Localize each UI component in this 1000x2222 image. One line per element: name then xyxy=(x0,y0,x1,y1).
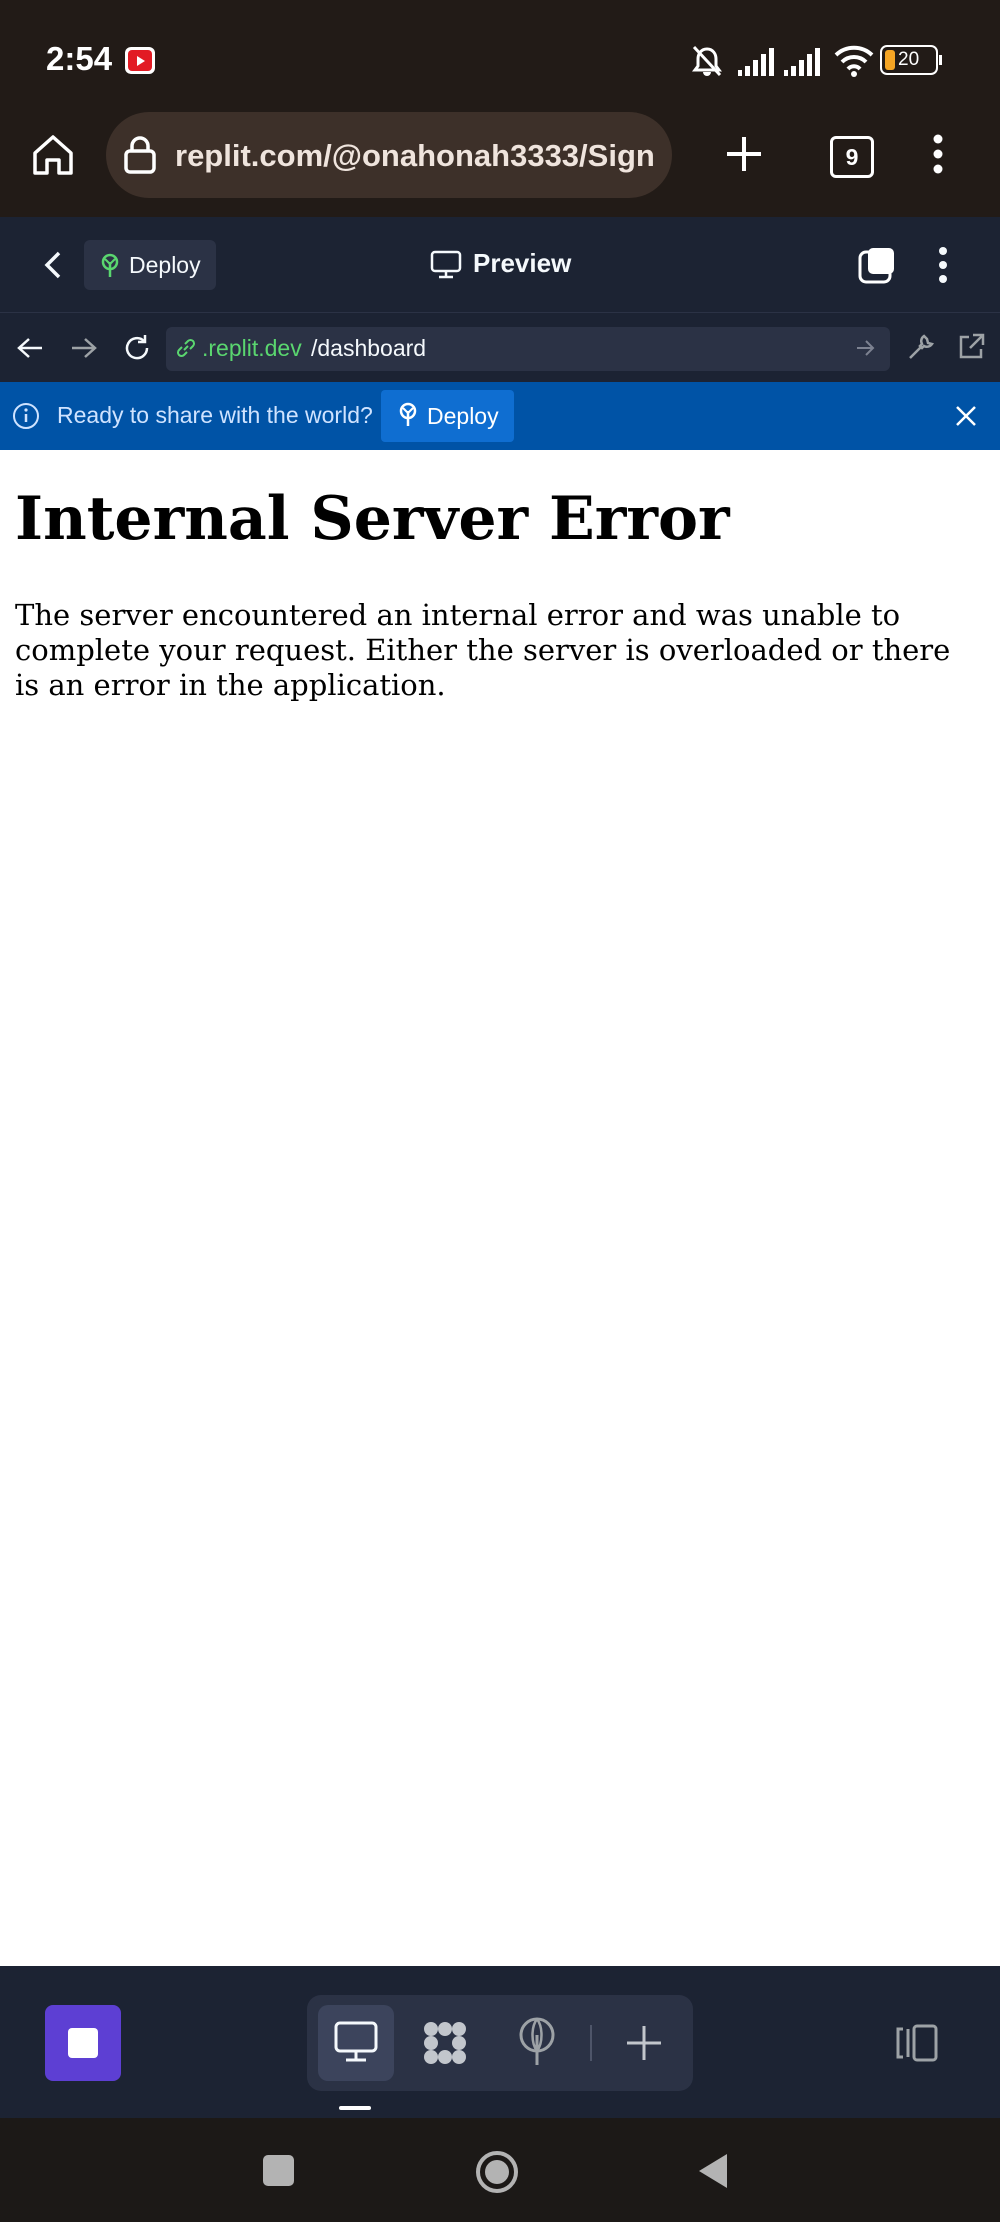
menu-icon[interactable] xyxy=(930,133,946,175)
wifi-icon xyxy=(834,45,874,77)
new-tab-icon[interactable] xyxy=(724,134,764,174)
link-icon xyxy=(174,336,198,360)
silent-icon xyxy=(688,44,726,78)
preview-icon xyxy=(334,2021,378,2063)
active-tool-indicator xyxy=(339,2106,371,2110)
signal-icon xyxy=(784,46,822,76)
home-icon[interactable] xyxy=(30,132,76,178)
youtube-icon xyxy=(125,47,155,74)
battery-icon: 20 xyxy=(880,45,942,75)
battery-level: 20 xyxy=(898,49,920,70)
error-title: Internal Server Error xyxy=(15,484,730,554)
deploy-icon xyxy=(100,253,120,279)
close-icon[interactable] xyxy=(954,404,978,428)
add-icon[interactable] xyxy=(625,2024,663,2062)
tool-divider xyxy=(590,2025,592,2061)
stop-icon xyxy=(68,2028,98,2058)
more-options-icon[interactable] xyxy=(936,246,950,284)
go-arrow-icon[interactable] xyxy=(855,339,875,357)
new-window-icon[interactable] xyxy=(858,246,896,284)
back-button[interactable] xyxy=(697,2152,731,2190)
nav-forward-icon[interactable] xyxy=(70,336,98,360)
info-icon xyxy=(12,402,40,430)
apps-icon[interactable] xyxy=(421,2019,469,2067)
recents-button[interactable] xyxy=(263,2155,294,2186)
browser-url-text[interactable]: replit.com/@onahonah3333/Signa xyxy=(175,138,655,174)
deploy-icon xyxy=(398,402,418,428)
home-button[interactable] xyxy=(475,2150,519,2194)
preview-icon xyxy=(430,250,462,280)
address-domain: .replit.dev xyxy=(202,335,302,361)
deploy-button-label: Deploy xyxy=(129,252,201,278)
tab-switcher-button[interactable]: 9 xyxy=(830,136,874,178)
back-icon[interactable] xyxy=(42,250,64,280)
nav-back-icon[interactable] xyxy=(16,336,44,360)
preview-title: Preview xyxy=(473,248,572,278)
panel-toggle-icon[interactable] xyxy=(894,2023,940,2063)
deploy-icon[interactable] xyxy=(516,2017,558,2067)
banner-deploy-label: Deploy xyxy=(427,403,499,429)
banner-message: Ready to share with the world? xyxy=(57,402,373,428)
reload-icon[interactable] xyxy=(122,333,152,363)
address-path: /dashboard xyxy=(311,335,427,361)
devtools-icon[interactable] xyxy=(906,332,936,362)
signal-icon xyxy=(738,46,776,76)
lock-icon xyxy=(122,135,158,175)
open-external-icon[interactable] xyxy=(956,332,986,362)
error-message: The server encountered an internal error… xyxy=(15,598,951,702)
status-time: 2:54 xyxy=(46,40,113,77)
